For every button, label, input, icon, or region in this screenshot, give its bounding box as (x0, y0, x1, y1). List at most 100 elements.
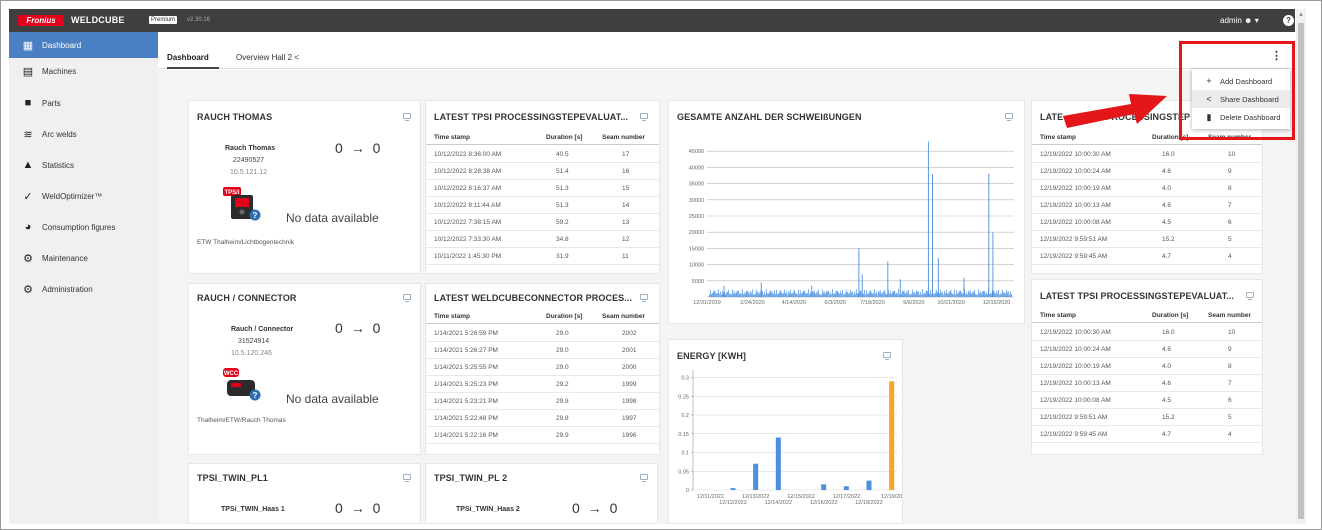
bar (981, 292, 983, 297)
fronius-logo[interactable]: Fronius (18, 15, 64, 26)
sidebar-item-statistics[interactable]: ▲ Statistics (9, 152, 158, 178)
column-header[interactable]: Seam number (1208, 312, 1251, 319)
column-header[interactable]: Duration [s] (546, 313, 582, 320)
table-row[interactable]: 1/14/2021 5:25:55 PM 29.0 2000 (426, 359, 659, 376)
monitor-icon[interactable] (403, 474, 411, 482)
energy-chart[interactable]: 00.050.10.150.20.250.312/11/202212/12/20… (669, 366, 902, 516)
sidebar-item-label: Dashboard (42, 40, 82, 50)
table-row[interactable]: 12/19/2022 10:00:24 AM 4.6 9 (1032, 341, 1262, 358)
table-row[interactable]: 12/19/2022 9:59:45 AM 4.7 4 (1032, 426, 1262, 443)
table-cell: 4.6 (1162, 202, 1172, 209)
column-header[interactable]: Duration [s] (1152, 312, 1188, 319)
column-header[interactable]: Seam number (602, 313, 645, 320)
help-icon[interactable]: ? (1283, 15, 1294, 26)
bar (830, 292, 831, 297)
bar (726, 292, 728, 297)
top-bar: Fronius WELDCUBE Premium v2.30.16 admin … (9, 9, 1295, 32)
table-row[interactable]: 12/19/2022 10:00:30 AM 16.0 10 (1032, 324, 1262, 341)
sidebar-item-weldoptimizer[interactable]: ✓ WeldOptimizer™ (9, 183, 158, 209)
column-header[interactable]: Seam number (602, 134, 645, 141)
x-tick-label: 6/3/2020 (825, 300, 846, 306)
bar (738, 290, 740, 297)
table-row[interactable]: 10/12/2022 7:33:30 AM 34.8 12 (426, 231, 659, 248)
scroll-up-icon[interactable]: ▲ (1298, 12, 1304, 18)
machine-card-twin-2[interactable]: TPSI_TWIN_PL 2 TPSi_TWIN_Haas 2 0 → 0 (425, 463, 658, 524)
sidebar-item-arc-welds[interactable]: ≋ Arc welds (9, 121, 158, 147)
table-row[interactable]: 1/14/2021 5:26:59 PM 29.0 2002 (426, 325, 659, 342)
tab-overview-hall-2[interactable]: Overview Hall 2 < (236, 53, 299, 62)
table-cell: 12/19/2022 10:00:13 AM (1040, 202, 1111, 209)
table-row[interactable]: 12/19/2022 10:00:24 AM 4.6 9 (1032, 163, 1262, 180)
machine-card-rauch-connector[interactable]: RAUCH / CONNECTOR Rauch / Connector 3152… (188, 283, 421, 455)
welds-chart[interactable]: 5000 10000 15000 20000 25000 30000 35000 40000 4… (669, 129, 1024, 323)
dashboard-tabs: Dashboard Overview Hall 2 < (158, 45, 1296, 69)
x-tick-label: 4/14/2020 (782, 300, 806, 306)
table-row[interactable]: 12/19/2022 9:59:51 AM 15.2 5 (1032, 409, 1262, 426)
table-cell: 4 (1228, 253, 1232, 260)
bar (709, 289, 711, 297)
table-row[interactable]: 12/19/2022 10:00:13 AM 4.6 7 (1032, 375, 1262, 392)
table-row[interactable]: 1/14/2021 5:26:27 PM 29.0 2001 (426, 342, 659, 359)
table-row[interactable]: 1/14/2021 5:22:16 PM 29.9 1996 (426, 427, 659, 444)
bar (746, 291, 748, 297)
table-row[interactable]: 12/19/2022 10:00:08 AM 4.5 6 (1032, 214, 1262, 231)
monitor-icon[interactable] (1005, 113, 1013, 121)
table-row[interactable]: 10/12/2022 8:16:37 AM 51.3 15 (426, 180, 659, 197)
table-row[interactable]: 12/19/2022 10:00:19 AM 4.0 8 (1032, 180, 1262, 197)
bar (870, 291, 872, 297)
scrollbar[interactable]: ▲ (1296, 9, 1306, 524)
table-row[interactable]: 10/12/2022 7:38:15 AM 59.2 13 (426, 214, 659, 231)
monitor-icon[interactable] (640, 474, 648, 482)
table-row[interactable]: 12/19/2022 10:00:30 AM 16.0 10 (1032, 146, 1262, 163)
machine-card-twin-1[interactable]: TPSI_TWIN_PL1 TPSi_TWIN_Haas 1 0 → 0 (188, 463, 421, 524)
column-header[interactable]: Time stamp (1040, 312, 1076, 319)
table-row[interactable]: 12/19/2022 9:59:51 AM 15.2 5 (1032, 231, 1262, 248)
table-row[interactable]: 10/12/2022 8:11:44 AM 51.3 14 (426, 197, 659, 214)
bar (810, 292, 811, 297)
bar (729, 293, 730, 297)
table-cell: 12/19/2022 9:59:45 AM (1040, 431, 1108, 438)
bar (895, 293, 897, 297)
column-header[interactable]: Time stamp (434, 313, 470, 320)
bar (817, 292, 819, 297)
sidebar-item-dashboard[interactable]: ▦ Dashboard (9, 32, 158, 58)
bar (869, 289, 871, 297)
status-change: 0 → 0 (335, 320, 380, 336)
monitor-icon[interactable] (883, 352, 891, 360)
window-frame: Fronius WELDCUBE Premium v2.30.16 admin … (0, 0, 1322, 530)
sidebar-item-maintenance[interactable]: ⚙ Maintenance (9, 245, 158, 271)
table-row[interactable]: 1/14/2021 5:23:21 PM 29.8 1998 (426, 393, 659, 410)
table-row[interactable]: 12/19/2022 10:00:13 AM 4.6 7 (1032, 197, 1262, 214)
monitor-icon[interactable] (640, 294, 648, 302)
sidebar-item-parts[interactable]: ■ Parts (9, 90, 158, 116)
bar (917, 291, 919, 297)
user-menu[interactable]: admin ☻ ▾ (1220, 16, 1259, 25)
monitor-icon[interactable] (640, 113, 648, 121)
column-header[interactable]: Duration [s] (546, 134, 582, 141)
bar (945, 289, 947, 297)
monitor-icon[interactable] (403, 294, 411, 302)
table-row[interactable]: 12/19/2022 10:00:08 AM 4.5 6 (1032, 392, 1262, 409)
bar (719, 293, 720, 297)
sidebar-item-machines[interactable]: ▤ Machines (9, 58, 158, 84)
sidebar-item-consumption[interactable]: ◕ Consumption figures (9, 214, 158, 240)
machine-card-rauch-thomas[interactable]: RAUCH THOMAS Rauch Thomas 22490527 10.5.… (188, 100, 421, 274)
table-row[interactable]: 10/11/2022 1:45:30 PM 31.9 11 (426, 248, 659, 265)
column-header[interactable]: Time stamp (434, 134, 470, 141)
monitor-icon[interactable] (1246, 292, 1254, 300)
sidebar-item-administration[interactable]: ⚙ Administration (9, 276, 158, 302)
table-row[interactable]: 10/12/2022 8:28:38 AM 51.4 16 (426, 163, 659, 180)
table-cell: 1999 (622, 381, 637, 388)
table-row[interactable]: 10/12/2022 8:36:00 AM 40.5 17 (426, 146, 659, 163)
monitor-icon[interactable] (403, 113, 411, 121)
table-row[interactable]: 12/19/2022 10:00:19 AM 4.0 8 (1032, 358, 1262, 375)
bar (721, 291, 723, 297)
table-row[interactable]: 12/19/2022 9:59:45 AM 4.7 4 (1032, 248, 1262, 265)
arrow-right-icon: → (587, 500, 602, 516)
table-row[interactable]: 1/14/2021 5:25:23 PM 29.2 1999 (426, 376, 659, 393)
bar (841, 293, 842, 297)
bar (939, 292, 941, 297)
table-row[interactable]: 1/14/2021 5:22:48 PM 29.8 1997 (426, 410, 659, 427)
tab-dashboard[interactable]: Dashboard (167, 53, 209, 62)
scrollbar-thumb[interactable] (1298, 23, 1304, 519)
